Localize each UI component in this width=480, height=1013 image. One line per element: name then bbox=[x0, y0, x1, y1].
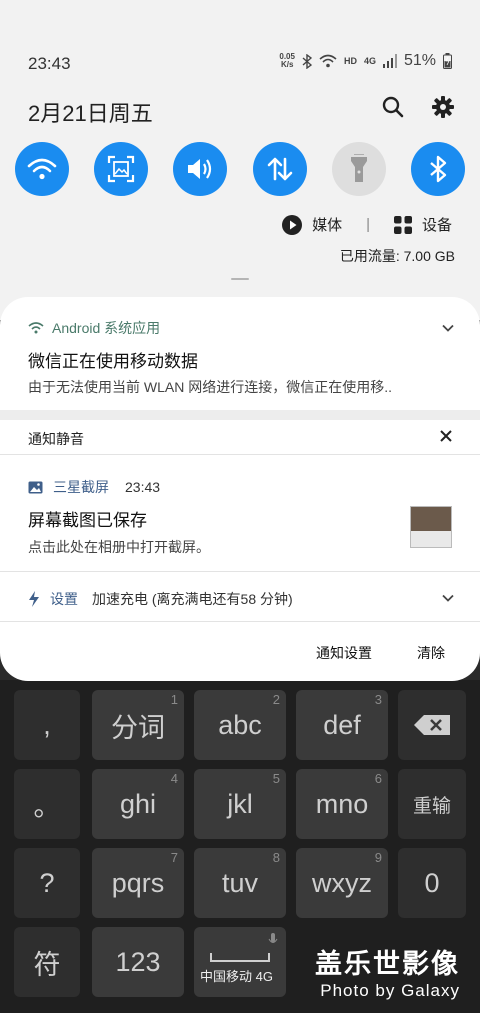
numeric-key[interactable]: 123 bbox=[92, 927, 184, 997]
notification-settings-button[interactable]: 通知设置 bbox=[316, 643, 372, 663]
settings-button[interactable] bbox=[430, 94, 456, 120]
notification-header: Android 系统应用 bbox=[28, 318, 160, 338]
key-question[interactable]: ? bbox=[14, 848, 80, 918]
key-period[interactable]: 。 bbox=[14, 769, 80, 839]
notification-charging[interactable]: 设置 加速充电 (离充满电还有58 分钟) bbox=[0, 572, 480, 622]
notification-body: 由于无法使用当前 WLAN 网络进行连接，微信正在使用移.. bbox=[28, 379, 393, 395]
network-type: 4G bbox=[363, 56, 376, 66]
hd-label: HD bbox=[343, 56, 357, 66]
notification-header: 三星截屏 23:43 bbox=[28, 477, 160, 497]
battery-percent: 51% bbox=[403, 52, 436, 69]
key-3[interactable]: def 3 bbox=[296, 690, 388, 760]
notification-screenshot[interactable]: 三星截屏 23:43 屏幕截图已保存 点击此处在相册中打开截屏。 bbox=[0, 456, 480, 572]
quick-panel: 23:43 0.05 K/s HD 4G 51% 2月21日周五 媒体 | 设备… bbox=[0, 0, 480, 320]
notification-wechat-data[interactable]: Android 系统应用 微信正在使用移动数据 由于无法使用当前 WLAN 网络… bbox=[0, 297, 480, 409]
key-1[interactable]: 分词 1 bbox=[92, 690, 184, 760]
signal-icon bbox=[382, 54, 397, 68]
watermark: 盖乐世影像 Photo by Galaxy bbox=[315, 949, 460, 1000]
image-icon bbox=[28, 481, 43, 493]
media-button[interactable]: 媒体 bbox=[282, 214, 342, 235]
sound-toggle[interactable] bbox=[173, 142, 228, 196]
key-5[interactable]: jkl 5 bbox=[194, 769, 286, 839]
data-transfer-icon bbox=[267, 157, 292, 181]
network-speed: 0.05 K/s bbox=[279, 52, 295, 69]
notification-header: 设置 加速充电 (离充满电还有58 分钟) bbox=[28, 589, 293, 609]
screenshot-icon bbox=[108, 155, 135, 183]
status-icons: 0.05 K/s HD 4G 51% bbox=[279, 52, 452, 70]
carrier-label: 中国移动 4G bbox=[200, 969, 273, 984]
battery-icon bbox=[443, 53, 452, 69]
devices-button[interactable]: 设备 bbox=[393, 214, 452, 235]
notification-actions: 通知设置 清除 bbox=[0, 622, 480, 680]
flashlight-icon bbox=[350, 154, 367, 182]
section-divider bbox=[0, 410, 480, 420]
clear-button[interactable]: 清除 bbox=[417, 643, 445, 663]
play-icon bbox=[282, 214, 303, 235]
chevron-down-icon[interactable] bbox=[442, 322, 454, 334]
devices-grid-icon bbox=[393, 215, 412, 234]
reset-key[interactable]: 重输 bbox=[398, 769, 466, 839]
key-8[interactable]: tuv 8 bbox=[194, 848, 286, 918]
silent-section-header: 通知静音 bbox=[0, 420, 480, 455]
space-bar-icon bbox=[210, 953, 270, 962]
notification-title: 微信正在使用移动数据 bbox=[28, 352, 198, 371]
notification-body: 点击此处在相册中打开截屏。 bbox=[28, 539, 210, 555]
quick-settings-row bbox=[15, 142, 465, 196]
screenshot-thumbnail[interactable] bbox=[410, 506, 452, 548]
key-4[interactable]: ghi 4 bbox=[92, 769, 184, 839]
wifi-warning-icon bbox=[28, 322, 44, 334]
bluetooth-icon bbox=[430, 155, 447, 183]
panel-actions bbox=[380, 94, 456, 120]
search-button[interactable] bbox=[380, 94, 406, 120]
close-icon[interactable] bbox=[438, 428, 454, 444]
bluetooth-status-icon bbox=[302, 53, 312, 69]
symbol-key[interactable]: 符 bbox=[14, 927, 80, 997]
key-9[interactable]: wxyz 9 bbox=[296, 848, 388, 918]
clock: 23:43 bbox=[28, 54, 71, 73]
screenshot-toggle[interactable] bbox=[94, 142, 149, 196]
key-comma[interactable]: , bbox=[14, 690, 80, 760]
chevron-down-icon[interactable] bbox=[442, 592, 454, 604]
notification-card: Android 系统应用 微信正在使用移动数据 由于无法使用当前 WLAN 网络… bbox=[0, 297, 480, 681]
silent-label: 通知静音 bbox=[28, 431, 84, 447]
flashlight-toggle[interactable] bbox=[331, 142, 386, 196]
space-key[interactable] bbox=[194, 927, 286, 997]
speaker-icon bbox=[188, 159, 212, 179]
wifi-status-icon bbox=[319, 54, 337, 68]
bluetooth-toggle[interactable] bbox=[410, 142, 465, 196]
divider: | bbox=[366, 216, 370, 233]
gear-icon bbox=[432, 96, 454, 118]
status-bar: 23:43 0.05 K/s HD 4G 51% bbox=[28, 52, 452, 76]
microphone-icon bbox=[268, 933, 278, 943]
data-usage-label: 已用流量: 7.00 GB bbox=[339, 248, 455, 264]
mobile-data-toggle[interactable] bbox=[252, 142, 307, 196]
search-icon bbox=[382, 96, 404, 118]
backspace-icon bbox=[414, 715, 450, 735]
key-7[interactable]: pqrs 7 bbox=[92, 848, 184, 918]
key-6[interactable]: mno 6 bbox=[296, 769, 388, 839]
panel-drag-handle[interactable] bbox=[231, 278, 249, 280]
backspace-key[interactable] bbox=[398, 690, 466, 760]
key-0[interactable]: 0 bbox=[398, 848, 466, 918]
media-device-row: 媒体 | 设备 bbox=[282, 214, 452, 235]
notification-title: 屏幕截图已保存 bbox=[28, 511, 147, 530]
lightning-icon bbox=[29, 591, 39, 607]
date-label: 2月21日周五 bbox=[28, 101, 153, 126]
key-2[interactable]: abc 2 bbox=[194, 690, 286, 760]
wifi-toggle[interactable] bbox=[15, 142, 69, 196]
wifi-icon bbox=[27, 158, 57, 180]
